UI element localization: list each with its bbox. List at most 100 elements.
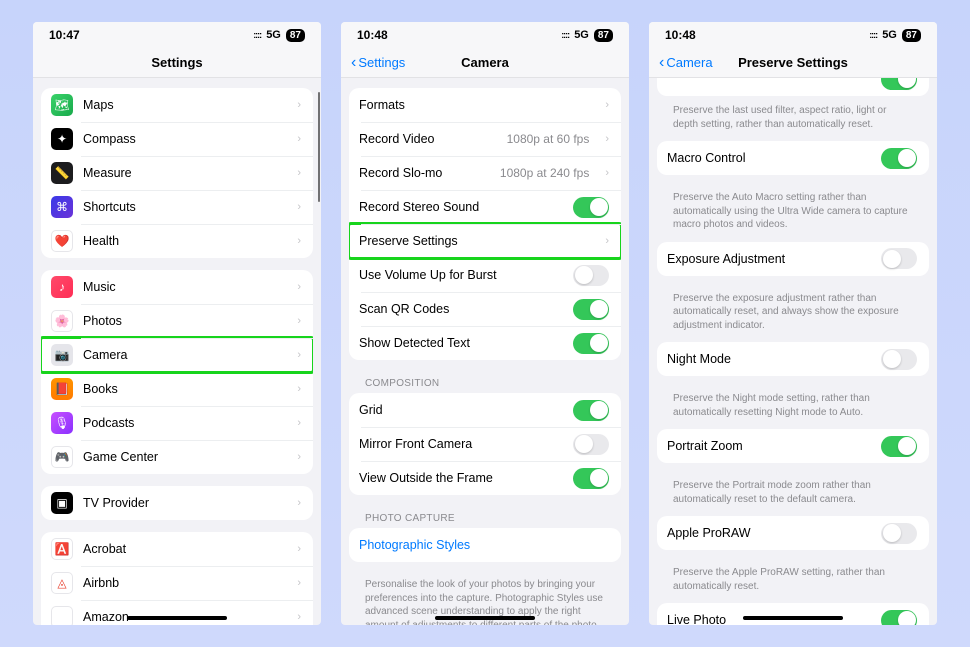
status-time: 10:48 [357,28,388,42]
home-indicator[interactable] [435,616,535,620]
settings-row-apple-proraw[interactable]: Apple ProRAW [657,516,929,550]
settings-row-exposure-adjustment[interactable]: Exposure Adjustment [657,242,929,276]
settings-row-grid[interactable]: Grid [349,393,621,427]
settings-row-night-mode[interactable]: Night Mode [657,342,929,376]
toggle-switch[interactable] [881,148,917,169]
row-label: Night Mode [667,352,871,366]
toggle-switch[interactable] [881,436,917,457]
settings-row-podcasts[interactable]: 🎙Podcasts› [41,406,313,440]
content-area[interactable]: Preserve the last used filter, aspect ra… [649,78,937,625]
settings-row-camera[interactable]: 📷Camera› [41,338,313,372]
chevron-right-icon: › [605,133,609,145]
home-indicator[interactable] [127,616,227,620]
settings-row-formats[interactable]: Formats› [349,88,621,122]
row-label: Macro Control [667,151,871,165]
row-label: View Outside the Frame [359,471,563,485]
signal-icon: :::: [561,30,569,40]
toggle-switch[interactable] [881,349,917,370]
back-button[interactable]: ‹ Settings [351,55,405,70]
status-bar: 10:48 :::: 5G 87 [341,22,629,48]
settings-row-record-slo-mo[interactable]: Record Slo-mo1080p at 240 fps› [349,156,621,190]
settings-row-view-outside-the-frame[interactable]: View Outside the Frame [349,461,621,495]
row-label: Airbnb [83,576,281,590]
settings-row-amazon[interactable]: ➤Amazon› [41,600,313,625]
settings-group: Macro Control [657,141,929,175]
settings-row-music[interactable]: ♪Music› [41,270,313,304]
row-label: Acrobat [83,542,281,556]
row-label: Game Center [83,450,281,464]
settings-row-books[interactable]: 📕Books› [41,372,313,406]
settings-row-record-video[interactable]: Record Video1080p at 60 fps› [349,122,621,156]
settings-row-use-volume-up-for-burst[interactable]: Use Volume Up for Burst [349,258,621,292]
settings-row-airbnb[interactable]: ◬Airbnb› [41,566,313,600]
toggle-switch[interactable] [573,265,609,286]
home-indicator[interactable] [743,616,843,620]
section-footer: Preserve the Auto Macro setting rather t… [657,187,929,242]
settings-row-acrobat[interactable]: 🅰️Acrobat› [41,532,313,566]
chevron-right-icon: › [297,315,301,327]
settings-row-compass[interactable]: ✦Compass› [41,122,313,156]
battery-icon: 87 [594,29,613,42]
settings-row-measure[interactable]: 📏Measure› [41,156,313,190]
settings-group: 🗺Maps›✦Compass›📏Measure›⌘Shortcuts›❤️Hea… [41,88,313,258]
tv-provider-icon: ▣ [51,492,73,514]
toggle-switch[interactable] [573,197,609,218]
measure-icon: 📏 [51,162,73,184]
settings-group: GridMirror Front Camera View Outside the … [349,393,621,495]
settings-row-preserve-settings[interactable]: Preserve Settings› [349,224,621,258]
chevron-right-icon: › [297,99,301,111]
row-label: Shortcuts [83,200,281,214]
settings-group: Night Mode [657,342,929,376]
settings-row-scan-qr-codes[interactable]: Scan QR Codes [349,292,621,326]
toggle-switch[interactable] [573,434,609,455]
battery-icon: 87 [902,29,921,42]
toggle-switch[interactable] [881,78,917,90]
settings-row-photographic-styles[interactable]: Photographic Styles [349,528,621,562]
settings-row-tv-provider[interactable]: ▣TV Provider› [41,486,313,520]
toggle-switch[interactable] [573,468,609,489]
row-label: Photos [83,314,281,328]
settings-group: Exposure Adjustment [657,242,929,276]
status-bar: 10:48 :::: 5G 87 [649,22,937,48]
content-area[interactable]: Formats›Record Video1080p at 60 fps›Reco… [341,78,629,625]
settings-row-maps[interactable]: 🗺Maps› [41,88,313,122]
row-label: Portrait Zoom [667,439,871,453]
section-header: PHOTO CAPTURE [349,507,621,528]
settings-row-shortcuts[interactable]: ⌘Shortcuts› [41,190,313,224]
settings-row-portrait-zoom[interactable]: Portrait Zoom [657,429,929,463]
toggle-switch[interactable] [881,248,917,269]
settings-group: Apple ProRAW [657,516,929,550]
row-label: Scan QR Codes [359,302,563,316]
settings-row-photos[interactable]: 🌸Photos› [41,304,313,338]
chevron-right-icon: › [297,543,301,555]
row-label: Exposure Adjustment [667,252,871,266]
toggle-switch[interactable] [881,610,917,626]
game-center-icon: 🎮 [51,446,73,468]
toggle-switch[interactable] [881,523,917,544]
chevron-right-icon: › [297,611,301,623]
settings-row-game-center[interactable]: 🎮 Game Center › [41,440,313,474]
row-label: Music [83,280,281,294]
toggle-switch[interactable] [573,333,609,354]
settings-row-record-stereo-sound[interactable]: Record Stereo Sound [349,190,621,224]
toggle-switch[interactable] [573,400,609,421]
content-area[interactable]: 🗺Maps›✦Compass›📏Measure›⌘Shortcuts›❤️Hea… [33,78,321,625]
settings-group: Portrait Zoom [657,429,929,463]
settings-row-show-detected-text[interactable]: Show Detected Text [349,326,621,360]
phone-settings: 10:47 :::: 5G 87 Settings 🗺Maps›✦Compass… [33,22,321,625]
music-icon: ♪ [51,276,73,298]
scroll-indicator[interactable] [318,92,320,202]
settings-row-live-photo[interactable]: Live Photo [657,603,929,625]
settings-group: Formats›Record Video1080p at 60 fps›Reco… [349,88,621,360]
chevron-right-icon: › [297,451,301,463]
settings-row-macro-control[interactable]: Macro Control [657,141,929,175]
chevron-right-icon: › [297,349,301,361]
row-label: Health [83,234,281,248]
settings-row[interactable] [657,78,929,96]
settings-row-health[interactable]: ❤️Health› [41,224,313,258]
row-label: Use Volume Up for Burst [359,268,563,282]
settings-row-mirror-front-camera[interactable]: Mirror Front Camera [349,427,621,461]
toggle-switch[interactable] [573,299,609,320]
row-label: TV Provider [83,496,281,510]
back-button[interactable]: ‹ Camera [659,55,713,70]
